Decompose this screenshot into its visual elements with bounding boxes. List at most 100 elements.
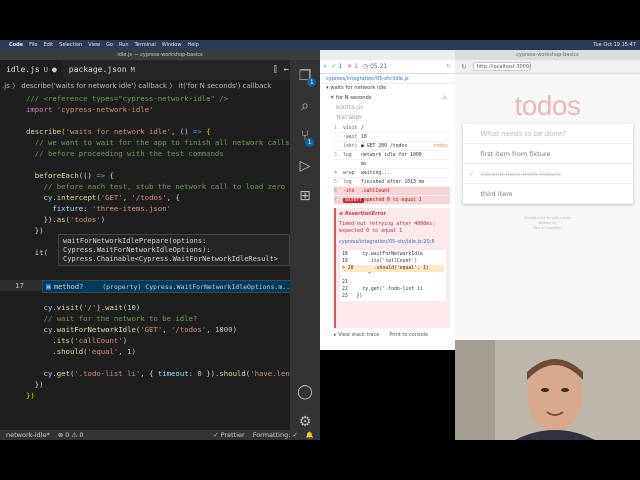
todo-app: What needs to be done? first item from f… xyxy=(462,124,633,204)
todo-checkbox-checked[interactable]: ✓ xyxy=(463,170,481,178)
command-row[interactable]: 6 -its .callCount xyxy=(334,187,450,196)
tab-label: package.json xyxy=(68,65,127,74)
warning-icon: ⚠ xyxy=(442,95,447,101)
modified-badge: M xyxy=(130,66,135,74)
tab-label: idle.js xyxy=(6,65,40,74)
extensions-icon[interactable]: ⊞ xyxy=(299,188,311,204)
search-icon[interactable]: ⌕ xyxy=(301,98,309,114)
menu-app-name[interactable]: Code xyxy=(9,42,23,48)
reload-icon[interactable]: ↻ xyxy=(461,63,467,71)
code-frame-line: ^ xyxy=(342,273,371,278)
menu-run[interactable]: Run xyxy=(119,42,129,48)
code-frame-line-highlight: > 20 .should('equal', 1) xyxy=(342,265,444,272)
print-to-console-button[interactable]: Print to console xyxy=(389,332,428,338)
status-bar: network-idle* ⊗ 0 ⚠ 0 ✓ Prettier Formatt… xyxy=(0,430,320,440)
failed-assertion-row[interactable]: 7 assert expected 0 to equal 1 xyxy=(334,196,450,205)
menu-view[interactable]: View xyxy=(88,42,100,48)
command-row[interactable]: 4 wrap waiting... xyxy=(334,169,450,178)
command-row[interactable]: 5 log finished after 1013 ms xyxy=(334,178,450,187)
notifications-icon[interactable]: 🔔 xyxy=(306,431,314,439)
command-row[interactable]: ms xyxy=(334,160,450,169)
hint-signature: waitForNetworkIdlePrepare(options: xyxy=(63,237,207,245)
source-control-icon[interactable]: ⑂ 1 xyxy=(301,128,315,147)
error-message: Timed out retrying after 4000ms: expecte… xyxy=(339,221,436,234)
code-frame-line: 19 .its('callCount') xyxy=(342,259,418,264)
app-title: todos xyxy=(514,90,582,121)
cypress-runner: ‹ ✓ 1 ✕ 1 ◷ 05.21 ↻ cypress/integration/… xyxy=(320,50,455,350)
vscode-window: idle.js — cypress-workshop-basics idle.j… xyxy=(0,50,320,440)
menu-file[interactable]: File xyxy=(29,42,37,48)
suggestion-label: method? xyxy=(53,282,84,291)
hint-return-type: Cypress.Chainable<Cypress.WaitForNetwork… xyxy=(63,255,278,263)
go-back-icon[interactable]: ← xyxy=(284,65,289,75)
code-frame-line: 23 }) xyxy=(342,294,363,299)
split-editor-icon[interactable]: ⫿ xyxy=(274,65,277,75)
new-todo-placeholder: What needs to be done? xyxy=(480,129,566,138)
account-icon[interactable]: ◯ xyxy=(297,384,313,400)
todo-item[interactable]: ✓ second item from fixture xyxy=(462,164,633,184)
suggestion-detail: (property) Cypress.WaitForNetworkIdleOpt… xyxy=(102,282,294,291)
view-stack-trace-button[interactable]: ▸ View stack trace xyxy=(334,332,379,338)
scm-badge: 1 xyxy=(305,138,315,147)
spec-file-link[interactable]: cypress/integration/05-xhr/idle.js xyxy=(320,74,455,84)
command-row[interactable]: 1 visit / xyxy=(334,124,450,133)
browser-tab[interactable]: cypress-workshop-basics xyxy=(455,50,640,60)
error-panel: ⊗ AssertionError Timed out retrying afte… xyxy=(334,208,450,328)
menu-window[interactable]: Window xyxy=(162,42,182,48)
url-bar[interactable]: http://localhost:3000/ xyxy=(472,62,531,71)
new-todo-input[interactable]: What needs to be done? xyxy=(462,124,633,144)
activity-bar: ❐ 1 ⌕ ⑂ 1 ▷ ⊞ ◯ ⚙ xyxy=(290,60,320,430)
settings-gear-icon[interactable]: ⚙ xyxy=(299,414,312,430)
autocomplete-suggestion[interactable]: ▣ method? (property) Cypress.WaitForNetw… xyxy=(42,280,298,293)
menu-edit[interactable]: Edit xyxy=(43,42,53,48)
prettier-status[interactable]: ✓ Prettier xyxy=(213,431,244,439)
problems-status[interactable]: ⊗ 0 ⚠ 0 xyxy=(58,431,84,439)
restart-icon[interactable]: ↻ xyxy=(446,63,451,70)
menu-help[interactable]: Help xyxy=(187,42,198,48)
editor-tabs: idle.js U ● package.json M ⫿ ← → ⋯ xyxy=(0,60,320,80)
explorer-icon[interactable]: ❐ 1 xyxy=(299,68,317,87)
webcam-video xyxy=(455,340,640,440)
duration: ◷ 05.21 xyxy=(362,63,388,70)
todo-item[interactable]: third item xyxy=(462,184,633,204)
tab-idle-js[interactable]: idle.js U ● xyxy=(0,60,63,80)
passed-count: ✓ 1 xyxy=(331,63,343,70)
browser-toolbar: ↻ http://localhost:3000/ xyxy=(455,60,640,74)
code-frame-line: 18 cy.waitForNetworkIdle xyxy=(342,252,423,257)
command-row[interactable]: -wait 10 xyxy=(334,133,450,142)
app-footer: Double-click to edit a todo Written by P… xyxy=(524,216,571,230)
menu-terminal[interactable]: Terminal xyxy=(135,42,156,48)
explorer-badge: 1 xyxy=(307,78,317,87)
todo-text: first item from fixture xyxy=(480,149,551,158)
git-branch-status[interactable]: network-idle* xyxy=(6,431,50,439)
suite-title[interactable]: ▾ waits for network idle xyxy=(320,84,455,93)
routes-section[interactable]: ROUTES (2) xyxy=(320,104,455,114)
app-preview: cypress-workshop-basics ↻ http://localho… xyxy=(455,50,640,340)
todo-text: second item from fixture xyxy=(480,169,561,178)
code-frame: 18 cy.waitForNetworkIdle 19 .its('callCo… xyxy=(339,249,447,302)
clock[interactable]: Tue Oct 19 15:47 xyxy=(593,42,636,48)
command-log: 1 visit / -wait 10 (xhr) ● GET 200 /todos tod… xyxy=(334,124,450,205)
menu-selection[interactable]: Selection xyxy=(59,42,82,48)
error-file-link[interactable]: cypress/integration/05-xhr/idle.js:20:8 xyxy=(339,239,447,246)
command-row[interactable]: (xhr) ● GET 200 /todos todos xyxy=(334,142,450,151)
run-debug-icon[interactable]: ▷ xyxy=(300,158,311,174)
error-name: ⊗ AssertionError xyxy=(339,211,386,217)
todo-text: third item xyxy=(480,189,513,198)
property-icon: ▣ xyxy=(46,282,51,291)
breadcrumb[interactable]: .js 〉 describe('waits for network idle')… xyxy=(0,80,290,93)
todo-item[interactable]: first item from fixture xyxy=(462,144,633,164)
formatting-status[interactable]: Formatting: ✓ xyxy=(253,431,298,439)
menu-go[interactable]: Go xyxy=(106,42,113,48)
mac-menubar: Code File Edit Selection View Go Run Ter… xyxy=(0,40,640,50)
test-title[interactable]: ✕ for N seconds ⚠ xyxy=(320,93,455,104)
cypress-stats: ‹ ✓ 1 ✕ 1 ◷ 05.21 ↻ xyxy=(320,60,455,74)
tab-package-json[interactable]: package.json M xyxy=(63,60,141,80)
unsaved-dot-icon[interactable]: ● xyxy=(52,60,57,80)
untracked-badge: U xyxy=(43,66,48,74)
command-row[interactable]: 3 log network idle for 1000 xyxy=(334,151,450,160)
code-frame-line: 21 xyxy=(342,280,348,285)
back-icon[interactable]: ‹ xyxy=(324,63,326,70)
cypress-topbar xyxy=(320,50,455,60)
test-body-section[interactable]: TEST BODY xyxy=(320,114,455,124)
